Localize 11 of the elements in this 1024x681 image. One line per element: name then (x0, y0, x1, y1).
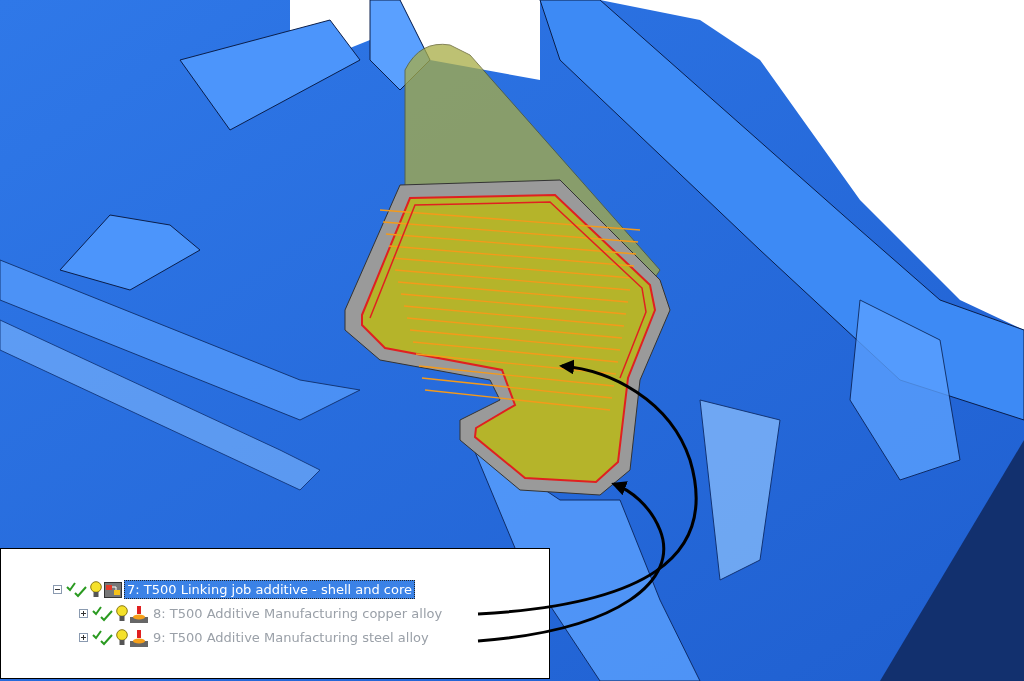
lightbulb-icon (116, 604, 128, 623)
lightbulb-icon (90, 580, 102, 599)
double-check-icon (66, 580, 88, 599)
nozzle-icon (130, 604, 148, 623)
nozzle-icon (130, 628, 148, 647)
lightbulb-icon (116, 628, 128, 647)
double-check-icon (92, 604, 114, 623)
tree-item[interactable]: 7: T500 Linking job additive - shell and core (124, 580, 416, 599)
double-check-icon (92, 628, 114, 647)
collapse-icon[interactable] (53, 585, 62, 594)
linked-toolpath-icon (104, 581, 122, 598)
